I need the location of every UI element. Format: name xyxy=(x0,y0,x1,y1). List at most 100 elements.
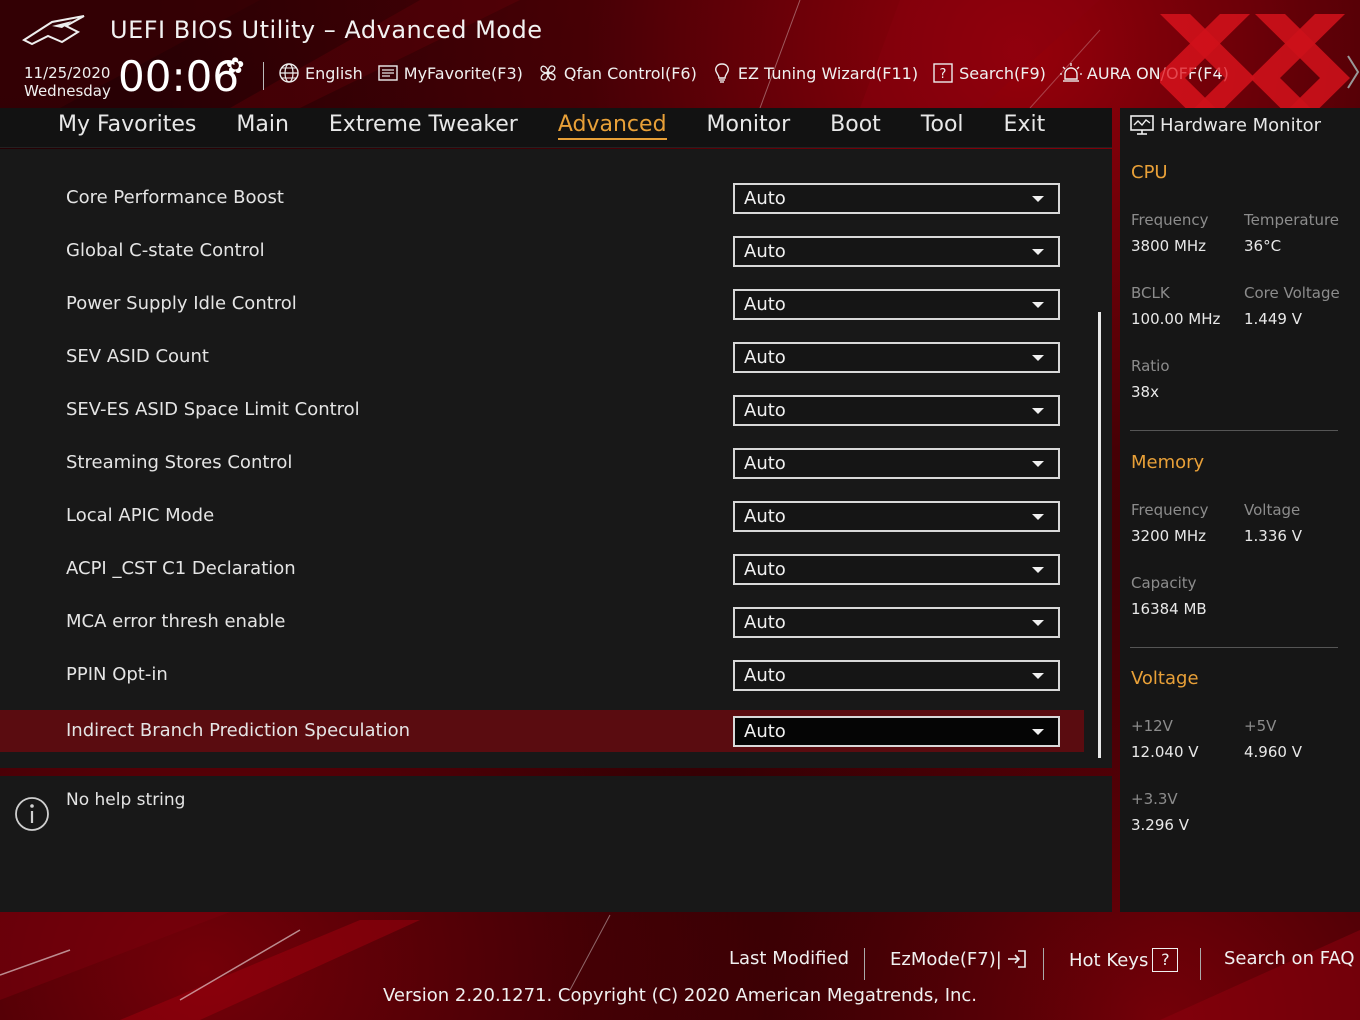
last-modified-button[interactable]: Last Modified xyxy=(729,948,849,969)
setting-dropdown[interactable]: Auto xyxy=(733,236,1060,267)
help-panel: No help string xyxy=(0,776,1112,912)
memory-voltage-value: 1.336 V xyxy=(1244,527,1302,545)
toolbar: English MyFavorite(F3) Qfan Control(F6) … xyxy=(278,62,1229,84)
hw-section-memory: Memory xyxy=(1131,452,1205,473)
setting-row-core-performance-boost[interactable]: Core Performance Boost Auto xyxy=(0,177,1084,219)
expand-arrow-icon[interactable] xyxy=(1346,54,1360,90)
caret-down-icon xyxy=(1032,461,1044,467)
setting-dropdown[interactable]: Auto xyxy=(733,395,1060,426)
setting-label: MCA error thresh enable xyxy=(66,611,286,632)
caret-down-icon xyxy=(1032,673,1044,679)
ez-tuning-wizard-label: EZ Tuning Wizard(F11) xyxy=(737,63,919,83)
tab-extreme-tweaker[interactable]: Extreme Tweaker xyxy=(329,112,518,137)
setting-label: Indirect Branch Prediction Speculation xyxy=(66,720,410,741)
cpu-frequency-label: Frequency xyxy=(1131,211,1209,229)
hw-divider xyxy=(1130,430,1338,431)
lightbulb-icon xyxy=(714,63,729,83)
search-faq-label: Search on FAQ xyxy=(1224,948,1355,969)
main-nav: My Favorites Main Extreme Tweaker Advanc… xyxy=(0,108,1112,148)
cpu-frequency-value: 3800 MHz xyxy=(1131,237,1207,255)
setting-row-acpi-cst-c1-declaration[interactable]: ACPI _CST C1 Declaration Auto xyxy=(0,548,1084,590)
date-block: 11/25/2020 Wednesday xyxy=(24,64,111,100)
setting-row-streaming-stores-control[interactable]: Streaming Stores Control Auto xyxy=(0,442,1084,484)
setting-dropdown[interactable]: Auto xyxy=(733,554,1060,585)
setting-label: PPIN Opt-in xyxy=(66,664,168,685)
search-faq-button[interactable]: Search on FAQ xyxy=(1224,948,1355,969)
tab-exit[interactable]: Exit xyxy=(1004,112,1046,137)
hw-section-voltage: Voltage xyxy=(1131,668,1199,689)
footer-links: Last Modified EzMode(F7)| Hot Keys ? Sea… xyxy=(0,948,1360,980)
monitor-icon xyxy=(1130,115,1154,135)
dropdown-value: Auto xyxy=(744,612,786,633)
qfan-control-button[interactable]: Qfan Control(F6) xyxy=(537,62,697,84)
setting-label: Power Supply Idle Control xyxy=(66,293,297,314)
bclk-value: 100.00 MHz xyxy=(1131,310,1221,328)
setting-row-mca-error-thresh-enable[interactable]: MCA error thresh enable Auto xyxy=(0,601,1084,643)
dropdown-value: Auto xyxy=(744,721,786,742)
aura-light-icon xyxy=(1059,63,1082,82)
clock: 00:06 xyxy=(118,52,240,101)
tab-my-favorites[interactable]: My Favorites xyxy=(58,112,196,137)
memory-frequency-label: Frequency xyxy=(1131,501,1209,519)
date: 11/25/2020 xyxy=(24,64,111,82)
footer-divider xyxy=(1043,948,1044,980)
nav-tabs: My Favorites Main Extreme Tweaker Advanc… xyxy=(58,112,1085,140)
core-voltage-label: Core Voltage xyxy=(1244,284,1340,302)
setting-label: SEV-ES ASID Space Limit Control xyxy=(66,399,360,420)
settings-panel: Core Performance Boost Auto Global C-sta… xyxy=(0,149,1112,768)
header-divider xyxy=(263,62,264,90)
weekday: Wednesday xyxy=(24,82,111,100)
v12-label: +12V xyxy=(1131,717,1173,735)
cpu-temperature-label: Temperature xyxy=(1244,211,1340,229)
myfavorite-label: MyFavorite(F3) xyxy=(403,63,523,83)
setting-row-local-apic-mode[interactable]: Local APIC Mode Auto xyxy=(0,495,1084,537)
hardware-monitor-label: Hardware Monitor xyxy=(1160,114,1322,136)
setting-dropdown[interactable]: Auto xyxy=(733,501,1060,532)
setting-dropdown[interactable]: Auto xyxy=(733,448,1060,479)
dropdown-value: Auto xyxy=(744,347,786,368)
tab-tool[interactable]: Tool xyxy=(921,112,964,137)
settings-scrollbar[interactable] xyxy=(1098,312,1101,758)
tab-advanced[interactable]: Advanced xyxy=(557,112,667,140)
search-button[interactable]: ? Search(F9) xyxy=(932,62,1046,84)
search-help-icon: ? xyxy=(933,63,953,83)
setting-row-sev-asid-count[interactable]: SEV ASID Count Auto xyxy=(0,336,1084,378)
setting-row-ppin-opt-in[interactable]: PPIN Opt-in Auto xyxy=(0,654,1084,696)
tab-boot[interactable]: Boot xyxy=(830,112,881,137)
myfavorite-button[interactable]: MyFavorite(F3) xyxy=(377,62,523,84)
setting-row-indirect-branch-prediction-speculation[interactable]: Indirect Branch Prediction Speculation A… xyxy=(0,710,1084,752)
dropdown-value: Auto xyxy=(744,559,786,580)
fan-icon xyxy=(540,65,556,81)
ezmode-button[interactable]: EzMode(F7)| xyxy=(890,948,1028,970)
setting-dropdown[interactable]: Auto xyxy=(733,183,1060,214)
setting-row-power-supply-idle-control[interactable]: Power Supply Idle Control Auto xyxy=(0,283,1084,325)
help-key-icon: ? xyxy=(1152,948,1179,972)
caret-down-icon xyxy=(1032,302,1044,308)
gear-icon[interactable]: ✿ xyxy=(226,54,244,79)
setting-label: ACPI _CST C1 Declaration xyxy=(66,558,296,579)
tab-main[interactable]: Main xyxy=(236,112,289,137)
memory-capacity-label: Capacity xyxy=(1131,574,1197,592)
dropdown-value: Auto xyxy=(744,294,786,315)
header: UEFI BIOS Utility – Advanced Mode 11/25/… xyxy=(0,0,1360,142)
setting-dropdown[interactable]: Auto xyxy=(733,607,1060,638)
v33-value: 3.296 V xyxy=(1131,816,1189,834)
setting-dropdown[interactable]: Auto xyxy=(733,660,1060,691)
setting-row-sev-es-asid-space-limit-control[interactable]: SEV-ES ASID Space Limit Control Auto xyxy=(0,389,1084,431)
dropdown-value: Auto xyxy=(744,241,786,262)
rog-logo-icon xyxy=(22,15,85,46)
ez-tuning-wizard-button[interactable]: EZ Tuning Wizard(F11) xyxy=(711,62,918,84)
caret-down-icon xyxy=(1032,196,1044,202)
setting-dropdown[interactable]: Auto xyxy=(733,342,1060,373)
tab-monitor[interactable]: Monitor xyxy=(707,112,791,137)
memory-voltage-label: Voltage xyxy=(1244,501,1301,519)
setting-row-global-c-state-control[interactable]: Global C-state Control Auto xyxy=(0,230,1084,272)
setting-dropdown[interactable]: Auto xyxy=(733,289,1060,320)
language-button[interactable]: English xyxy=(278,62,363,84)
hot-keys-button[interactable]: Hot Keys ? xyxy=(1069,948,1179,972)
app-title: UEFI BIOS Utility – Advanced Mode xyxy=(110,16,543,44)
setting-dropdown[interactable]: Auto xyxy=(733,716,1060,747)
ezmode-label: EzMode(F7)| xyxy=(890,948,1002,970)
caret-down-icon xyxy=(1032,355,1044,361)
footer-divider xyxy=(1200,948,1201,980)
